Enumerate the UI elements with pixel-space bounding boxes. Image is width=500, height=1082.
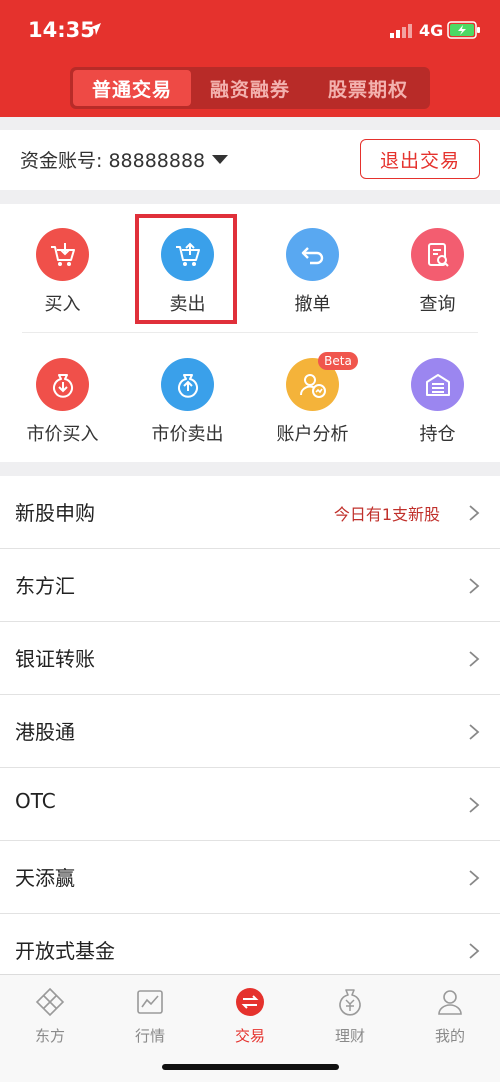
tab-normal-trading[interactable]: 普通交易 — [73, 70, 191, 106]
warehouse-icon — [411, 358, 464, 411]
moneybag-icon — [339, 989, 361, 1016]
action-label: 市价买入 — [26, 424, 99, 445]
logout-button[interactable]: 退出交易 — [360, 139, 480, 179]
action-label: 持仓 — [419, 424, 456, 445]
menu-item-tiantianying[interactable]: 天添赢 — [0, 841, 500, 914]
action-buy[interactable]: 买入 — [0, 204, 125, 324]
menu-item-otc[interactable]: OTC — [0, 768, 500, 841]
menu-label: OTC — [15, 789, 56, 813]
action-label: 账户分析 — [276, 424, 349, 445]
menu-label: 天添赢 — [15, 866, 75, 890]
chevron-right-icon — [469, 578, 480, 594]
action-account-analysis[interactable]: 账户分析 — [250, 334, 375, 454]
tab-label: 我的 — [434, 1027, 465, 1045]
tab-trade[interactable]: 交易 — [200, 983, 300, 1053]
menu-item-bank-transfer[interactable]: 银证转账 — [0, 622, 500, 695]
menu-label: 新股申购 — [15, 501, 95, 525]
home-indicator — [162, 1064, 339, 1070]
tab-wealth[interactable]: 理财 — [300, 983, 400, 1053]
action-grid: 买入 卖出 撤单 查询 市价买入 市价卖出 账户分析 持仓 — [0, 204, 500, 462]
battery-icon — [447, 21, 480, 39]
chevron-right-icon — [469, 870, 480, 886]
cart-down-icon — [36, 228, 89, 281]
action-label: 查询 — [419, 294, 456, 315]
menu-label: 东方汇 — [15, 574, 75, 598]
highlight-box — [135, 214, 237, 324]
tab-label: 理财 — [334, 1027, 365, 1045]
chevron-right-icon — [469, 943, 480, 959]
menu-item-ipo[interactable]: 新股申购 今日有1支新股 — [0, 476, 500, 549]
action-query[interactable]: 查询 — [375, 204, 500, 324]
undo-icon — [286, 228, 339, 281]
signal-icon — [390, 24, 412, 38]
action-label: 市价卖出 — [151, 424, 224, 445]
tab-margin-trading[interactable]: 融资融券 — [191, 70, 309, 106]
beta-badge: Beta — [318, 352, 358, 370]
diamond-logo-icon — [35, 987, 65, 1017]
menu-item-hk-connect[interactable]: 港股通 — [0, 695, 500, 768]
trade-type-tabs: 普通交易 融资融券 股票期权 — [70, 67, 430, 109]
tab-market[interactable]: 行情 — [100, 983, 200, 1053]
menu-label: 港股通 — [15, 720, 75, 744]
search-doc-icon — [411, 228, 464, 281]
account-selector[interactable]: 资金账号: 88888888 — [20, 146, 205, 173]
tab-label: 交易 — [234, 1027, 265, 1045]
menu-item-dongfanghui[interactable]: 东方汇 — [0, 549, 500, 622]
app-header: 14:35 4G 普通交易 融资融券 股票期权 — [0, 0, 500, 117]
caret-down-icon[interactable] — [212, 155, 228, 164]
chevron-right-icon — [469, 797, 480, 813]
menu-label: 开放式基金 — [15, 939, 115, 963]
location-arrow-icon — [89, 23, 101, 35]
exchange-icon — [236, 988, 264, 1016]
action-positions[interactable]: 持仓 — [375, 334, 500, 454]
chart-icon — [137, 990, 163, 1014]
action-label: 买入 — [44, 294, 81, 315]
menu-list: 新股申购 今日有1支新股 东方汇 银证转账 港股通 OTC 天添赢 开放式基金 — [0, 476, 500, 987]
moneybag-down-icon — [36, 358, 89, 411]
action-market-buy[interactable]: 市价买入 — [0, 334, 125, 454]
status-time: 14:35 — [28, 18, 95, 42]
tab-mine[interactable]: 我的 — [400, 983, 500, 1053]
chevron-right-icon — [469, 724, 480, 740]
action-cancel-order[interactable]: 撤单 — [250, 204, 375, 324]
moneybag-up-icon — [161, 358, 214, 411]
chevron-right-icon — [469, 651, 480, 667]
action-label: 撤单 — [294, 294, 331, 315]
account-bar: 资金账号: 88888888 退出交易 — [0, 130, 500, 190]
grid-divider — [22, 332, 478, 333]
tab-label: 东方 — [34, 1027, 65, 1045]
tab-label: 行情 — [134, 1027, 165, 1045]
action-market-sell[interactable]: 市价卖出 — [125, 334, 250, 454]
chevron-right-icon — [469, 505, 480, 521]
tab-dongfang[interactable]: 东方 — [0, 983, 100, 1053]
menu-label: 银证转账 — [15, 647, 95, 671]
user-icon — [438, 990, 462, 1015]
network-label: 4G — [419, 21, 444, 40]
tab-stock-options[interactable]: 股票期权 — [309, 70, 427, 106]
ipo-notice: 今日有1支新股 — [333, 505, 440, 524]
